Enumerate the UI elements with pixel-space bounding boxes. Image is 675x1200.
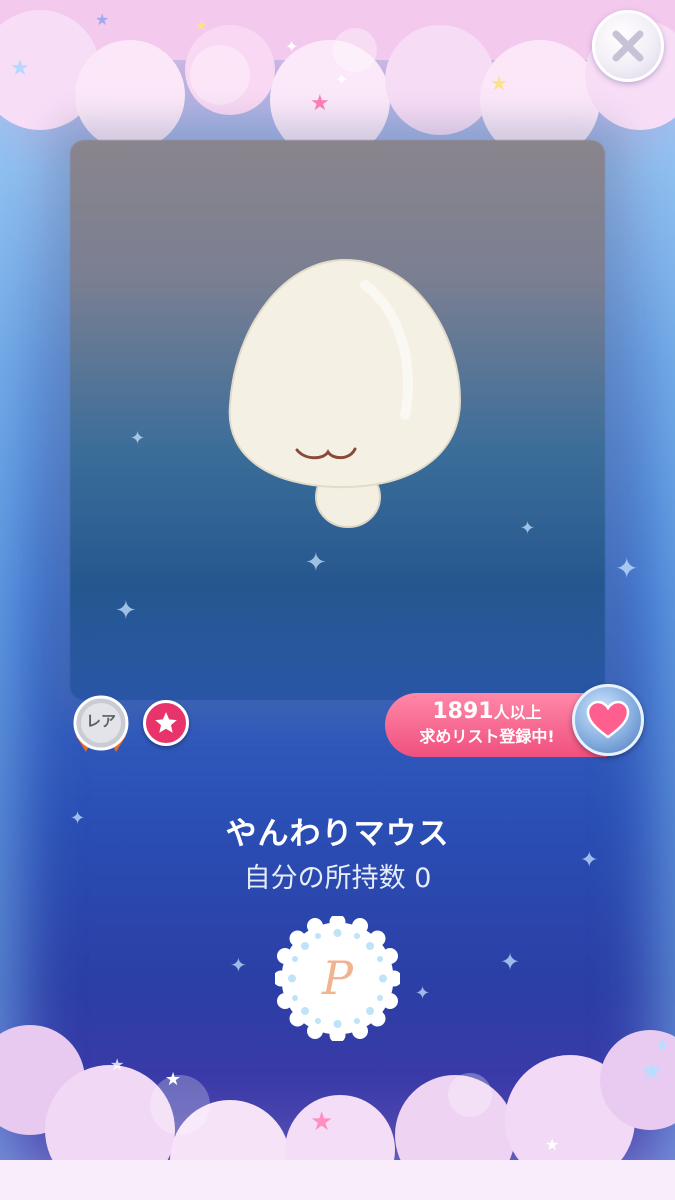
- top-clouds: ★ ★ ★ ★ ★ ✦ ✦: [0, 0, 675, 150]
- p-letter: P: [321, 951, 354, 1005]
- svg-text:★: ★: [490, 71, 508, 95]
- svg-text:★: ★: [195, 18, 208, 34]
- favorite-star-badge[interactable]: [143, 700, 189, 746]
- star-icon: [155, 712, 177, 733]
- wishlist-count-suffix: 人以上: [493, 703, 542, 722]
- bottom-clouds: ★ ★ ★ ★ ★ ★: [0, 1025, 675, 1200]
- svg-text:★: ★: [310, 91, 330, 116]
- item-name: やんわりマウス: [225, 816, 450, 852]
- close-x-icon: [612, 30, 644, 62]
- wishlist-heart-button[interactable]: [572, 684, 644, 756]
- sparkle: ✦: [520, 518, 536, 539]
- sparkle: ✦: [230, 953, 247, 977]
- svg-text:★: ★: [640, 1057, 663, 1087]
- wishlist-count: 1891: [432, 699, 494, 724]
- svg-text:★: ★: [655, 1035, 669, 1054]
- sparkle: ✦: [305, 548, 327, 578]
- close-button[interactable]: [592, 10, 664, 82]
- sparkle: ✦: [500, 948, 521, 976]
- svg-text:✦: ✦: [335, 70, 348, 89]
- item-image-mouse: [228, 258, 462, 528]
- svg-text:★: ★: [310, 1107, 333, 1137]
- svg-text:★: ★: [545, 1135, 559, 1154]
- wishlist-caption: 求めリスト登録中!: [419, 727, 555, 746]
- owned-label: 自分の所持数: [243, 863, 406, 894]
- svg-text:★: ★: [95, 10, 109, 29]
- sparkle: ✦: [115, 596, 137, 626]
- sparkle: ✦: [415, 983, 431, 1004]
- rarity-label: レア: [85, 712, 116, 730]
- sparkle: ✦: [615, 552, 639, 585]
- svg-text:★: ★: [110, 1055, 124, 1074]
- svg-text:✦: ✦: [285, 37, 298, 56]
- wishlist-count-line: 1891人以上: [395, 699, 579, 726]
- heart-icon: [586, 700, 630, 739]
- owned-count-line: 自分の所持数 0: [0, 856, 675, 895]
- svg-text:★: ★: [10, 56, 30, 81]
- sparkle: ✦: [130, 428, 146, 449]
- svg-text:★: ★: [165, 1069, 181, 1090]
- owned-count: 0: [414, 863, 432, 894]
